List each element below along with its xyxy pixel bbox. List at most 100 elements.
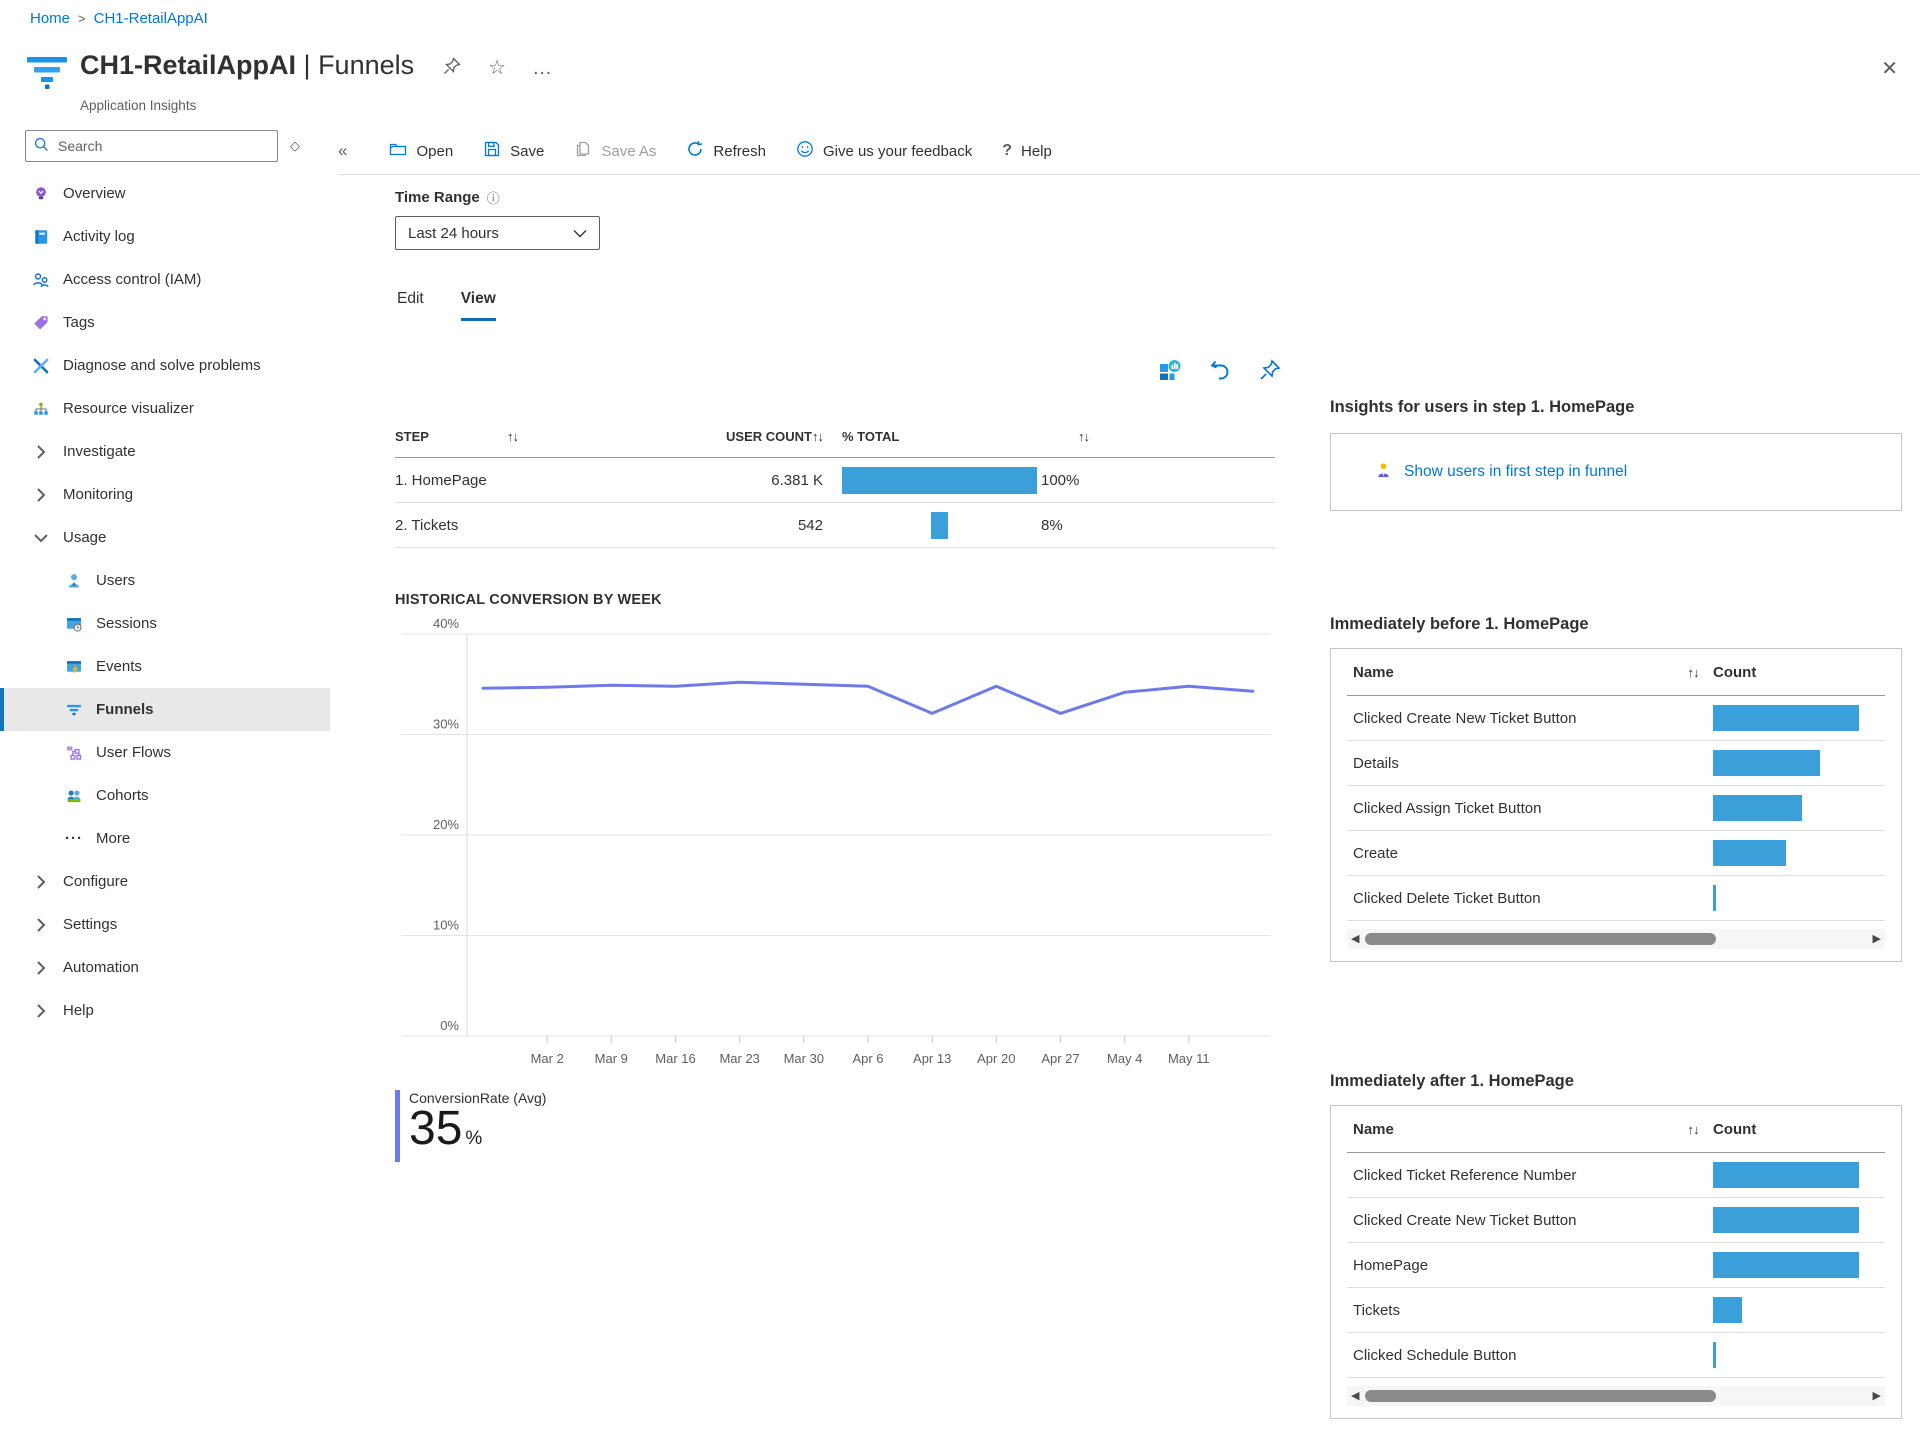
sidebar-item-sessions[interactable]: Sessions <box>0 602 330 645</box>
event-name: Clicked Create New Ticket Button <box>1347 1212 1673 1229</box>
step-sort-icon[interactable]: ↑↓ <box>507 429 518 444</box>
legend-average-value: 35% <box>409 1106 546 1162</box>
chevron-right-icon <box>31 872 51 892</box>
workbooks-icon[interactable] <box>1158 358 1182 382</box>
sidebar-item-resource-visualizer[interactable]: Resource visualizer <box>0 387 330 430</box>
breadcrumb-current-link[interactable]: CH1-RetailAppAI <box>94 10 208 27</box>
sidebar-item-diagnose-and-solve-problems[interactable]: Diagnose and solve problems <box>0 344 330 387</box>
scrollbar-thumb[interactable] <box>1365 1390 1716 1402</box>
scrollbar-thumb[interactable] <box>1365 933 1716 945</box>
save-as-button[interactable]: Save As <box>574 140 656 162</box>
info-icon[interactable]: ⓘ <box>487 188 500 207</box>
event-name: Clicked Create New Ticket Button <box>1347 710 1673 727</box>
dock-icon[interactable]: ◇ <box>290 138 300 154</box>
tags-icon <box>31 313 51 333</box>
sidebar-item-events[interactable]: Events <box>0 645 330 688</box>
sidebar-item-tags[interactable]: Tags <box>0 301 330 344</box>
chevron-right-icon <box>31 485 51 505</box>
more-options-icon[interactable]: … <box>532 58 552 78</box>
sidebar-item-access-control-iam[interactable]: Access control (IAM) <box>0 258 330 301</box>
horizontal-scrollbar[interactable]: ◀▶ <box>1347 929 1885 949</box>
undo-icon[interactable] <box>1208 358 1232 382</box>
sidebar-item-more[interactable]: ···More <box>0 817 330 860</box>
sidebar-nav: Overview Activity logAccess control (IAM)… <box>0 172 330 1032</box>
sidebar-item-help[interactable]: Help <box>0 989 330 1032</box>
chevron-right-icon <box>31 915 51 935</box>
sidebar-item-label: User Flows <box>96 744 171 761</box>
sidebar-item-investigate[interactable]: Investigate <box>0 430 330 473</box>
total-sort-icon[interactable]: ↑↓ <box>1078 429 1089 444</box>
name-sort-icon[interactable]: ↑↓ <box>1673 665 1713 680</box>
name-sort-icon[interactable]: ↑↓ <box>1673 1122 1713 1137</box>
time-range-select[interactable]: Last 24 hours <box>395 216 600 250</box>
collapse-sidebar-icon[interactable]: « <box>338 141 347 161</box>
events-icon <box>64 657 84 677</box>
sidebar-item-overview[interactable]: Overview <box>0 172 330 215</box>
count-column-header[interactable]: Count <box>1713 664 1885 681</box>
command-bar: « Open Save Save As Refresh Give us your… <box>338 128 1920 175</box>
search-icon <box>34 137 49 156</box>
sidebar-item-monitoring[interactable]: Monitoring <box>0 473 330 516</box>
folder-open-icon <box>389 140 407 162</box>
sidebar-item-label: Investigate <box>63 443 136 460</box>
scroll-left-icon[interactable]: ◀ <box>1351 1386 1359 1406</box>
funnel-step-row: 2. Tickets5428% <box>395 503 1275 548</box>
time-range-label: Time Range ⓘ <box>395 188 600 207</box>
after-panel-row: Clicked Ticket Reference Number <box>1347 1153 1885 1198</box>
count-bar <box>1713 840 1786 866</box>
name-column-header[interactable]: Name <box>1347 664 1673 681</box>
chevron-right-icon <box>31 958 51 978</box>
sidebar-item-label: Automation <box>63 959 139 976</box>
user-count-column-header[interactable]: USER COUNT↑↓ <box>685 429 823 444</box>
sidebar-item-label: Overview <box>63 185 126 202</box>
edit-view-tabs: Edit View <box>397 290 496 321</box>
event-name: Clicked Schedule Button <box>1347 1347 1673 1364</box>
breadcrumb-home-link[interactable]: Home <box>30 10 70 27</box>
pin-icon[interactable] <box>442 56 462 80</box>
step-column-header[interactable]: STEP <box>395 429 429 444</box>
count-bar <box>1713 705 1859 731</box>
sidebar-item-settings[interactable]: Settings <box>0 903 330 946</box>
favorite-star-icon[interactable]: ☆ <box>488 58 506 78</box>
sidebar-item-configure[interactable]: Configure <box>0 860 330 903</box>
chevron-right-icon <box>31 442 51 462</box>
sidebar-item-funnels[interactable]: Funnels <box>0 688 330 731</box>
sidebar-item-label: Configure <box>63 873 128 890</box>
legend-color-bar <box>395 1090 400 1162</box>
refresh-button[interactable]: Refresh <box>686 140 766 162</box>
sidebar-item-usage[interactable]: Usage <box>0 516 330 559</box>
scroll-right-icon[interactable]: ▶ <box>1873 1386 1881 1406</box>
open-button[interactable]: Open <box>389 140 453 162</box>
feedback-button[interactable]: Give us your feedback <box>796 140 972 162</box>
breadcrumb: Home > CH1-RetailAppAI <box>30 10 208 27</box>
sidebar-item-activity-log[interactable]: Activity log <box>0 215 330 258</box>
help-button[interactable]: ? Help <box>1002 142 1052 160</box>
svg-text:0%: 0% <box>440 1018 459 1033</box>
search-input[interactable] <box>25 130 278 162</box>
sidebar-item-cohorts[interactable]: Cohorts <box>0 774 330 817</box>
sidebar-item-label: Cohorts <box>96 787 149 804</box>
name-column-header[interactable]: Name <box>1347 1121 1673 1138</box>
close-icon[interactable]: ✕ <box>1881 56 1898 81</box>
sidebar-item-automation[interactable]: Automation <box>0 946 330 989</box>
svg-text:Mar 30: Mar 30 <box>784 1051 824 1066</box>
sidebar-item-users[interactable]: Users <box>0 559 330 602</box>
horizontal-scrollbar[interactable]: ◀▶ <box>1347 1386 1885 1406</box>
scroll-left-icon[interactable]: ◀ <box>1351 929 1359 949</box>
scroll-right-icon[interactable]: ▶ <box>1873 929 1881 949</box>
resource-visualizer-icon <box>31 399 51 419</box>
tab-view[interactable]: View <box>461 290 496 321</box>
tab-edit[interactable]: Edit <box>397 290 424 321</box>
sidebar-item-user-flows[interactable]: User Flows <box>0 731 330 774</box>
after-panel-title: Immediately after 1. HomePage <box>1330 1072 1902 1091</box>
user-count-sort-icon[interactable]: ↑↓ <box>812 429 823 444</box>
svg-text:Mar 2: Mar 2 <box>531 1051 564 1066</box>
total-column-header[interactable]: % TOTAL <box>842 429 899 444</box>
pin-chart-icon[interactable] <box>1258 358 1282 382</box>
save-button[interactable]: Save <box>483 140 544 162</box>
count-column-header[interactable]: Count <box>1713 1121 1885 1138</box>
before-panel: Name↑↓Count Clicked Create New Ticket But… <box>1330 648 1902 962</box>
sidebar-item-label: More <box>96 830 130 847</box>
after-panel-row: Tickets <box>1347 1288 1885 1333</box>
show-users-link[interactable]: Show users in first step in funnel <box>1404 463 1627 481</box>
